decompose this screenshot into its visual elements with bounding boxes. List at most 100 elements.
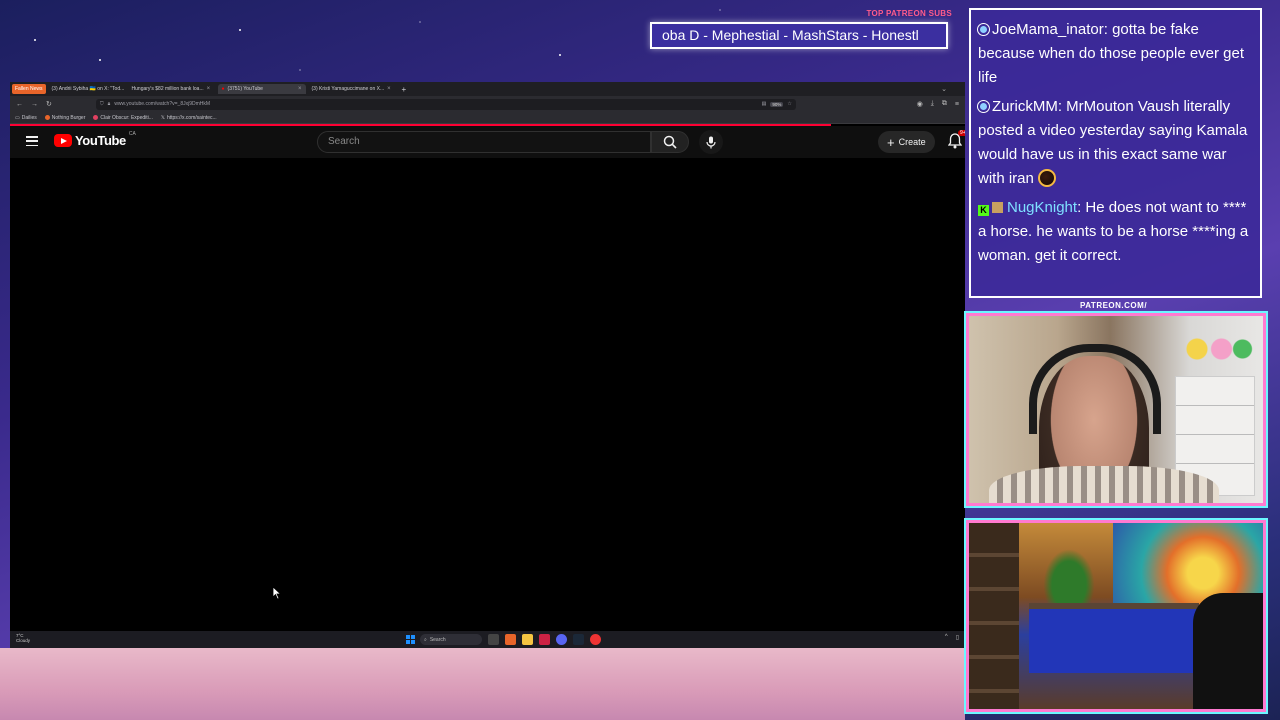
- bookmark-label: Dailies: [21, 114, 37, 121]
- search-input[interactable]: Search: [317, 131, 651, 153]
- weather-desc: Cloudy: [16, 638, 31, 643]
- stream-floor-decoration: [0, 648, 965, 720]
- browser-window: Fallen News (3) Andrii Sybiha 🇺🇦 on X: "…: [10, 82, 965, 648]
- tab-hungary[interactable]: Hungary's $82 million bank loa... ×: [128, 84, 216, 94]
- extension-icon[interactable]: ◉: [917, 100, 923, 108]
- bookmark-label: https://x.com/saintec...: [166, 114, 217, 121]
- downloads-icon[interactable]: ⤓: [931, 100, 934, 108]
- address-bar[interactable]: ⛉ 🔒︎ www.youtube.com/watch?v=_8Jxj9DmHkM…: [95, 98, 796, 110]
- patreon-url: PATREON.COM/: [1080, 301, 1148, 310]
- hamburger-menu-icon[interactable]: [26, 135, 38, 147]
- chat-message: JoeMama_inator: gotta be fake because wh…: [978, 21, 1245, 86]
- microphone-icon: [706, 136, 716, 148]
- youtube-favicon-icon: ●: [221, 86, 225, 92]
- tab-label: (3) Kristi Yamaguccimane on X...: [311, 86, 385, 92]
- burger-icon: [44, 115, 50, 120]
- new-tab-plus-icon[interactable]: +: [398, 85, 411, 94]
- search-button[interactable]: [651, 131, 689, 153]
- obs-icon[interactable]: [590, 634, 601, 645]
- tab-youtube[interactable]: ● (3751) YouTube ×: [217, 84, 306, 94]
- tab-x-sybiha[interactable]: (3) Andrii Sybiha 🇺🇦 on X: "Tod...×: [48, 84, 126, 94]
- tab-list-chevron-icon[interactable]: ⌄: [941, 85, 965, 93]
- reader-view-icon[interactable]: ▤: [762, 101, 767, 107]
- shield-icon: ⛉: [99, 101, 104, 107]
- streamer-webcam: [966, 313, 1266, 506]
- browser-app-icon[interactable]: [505, 634, 516, 645]
- close-icon[interactable]: ×: [207, 86, 211, 92]
- bookmark-nothing-burger[interactable]: Nothing Burger: [44, 114, 86, 121]
- windows-taskbar: 7°C Cloudy ⌕ Search ^ ▯: [10, 631, 965, 648]
- tab-bar: Fallen News (3) Andrii Sybiha 🇺🇦 on X: "…: [10, 82, 965, 96]
- mouse-cursor-icon: [272, 586, 282, 600]
- blue-counter: [1029, 603, 1199, 673]
- windows-start-icon[interactable]: [406, 635, 415, 644]
- weather-widget[interactable]: 7°C Cloudy: [16, 633, 30, 643]
- bookmark-x-link[interactable]: 𝕏https://x.com/saintec...: [161, 115, 217, 121]
- subscriber-badge-icon: [992, 202, 1003, 213]
- chat-message: K NugKnight: He does not want to **** a h…: [978, 199, 1249, 264]
- tab-label: Hungary's $82 million bank loa...: [131, 86, 204, 92]
- country-code: CA: [128, 130, 136, 137]
- tray-device-icon[interactable]: ▯: [956, 634, 959, 641]
- taskbar-search[interactable]: ⌕ Search: [420, 634, 482, 645]
- file-explorer-icon[interactable]: [522, 634, 533, 645]
- url-text: www.youtube.com/watch?v=_8Jxj9DmHkM: [114, 101, 211, 107]
- chat-username: NugKnight: [1007, 199, 1078, 216]
- task-view-icon[interactable]: [488, 634, 499, 645]
- steam-icon[interactable]: [573, 634, 584, 645]
- youtube-logo[interactable]: YouTube CA: [54, 130, 136, 148]
- tab-label: Fallen News: [15, 86, 43, 92]
- tab-label: (3) Andrii Sybiha 🇺🇦 on X: "Tod...: [51, 86, 125, 92]
- person-silhouette: [1193, 593, 1263, 709]
- voice-search-button[interactable]: [699, 130, 723, 154]
- tray-chevron-icon[interactable]: ^: [945, 634, 948, 641]
- chat-message: ZurickMM: MrMouton Vaush literally poste…: [978, 98, 1248, 187]
- menu-icon[interactable]: ≡: [955, 101, 959, 108]
- back-arrow-icon[interactable]: ←: [16, 101, 23, 108]
- nav-bar: ← → ↻ ⛉ 🔒︎ www.youtube.com/watch?v=_8Jxj…: [10, 96, 965, 112]
- create-button[interactable]: + Create: [878, 131, 935, 153]
- zoom-level-badge[interactable]: 90%: [770, 101, 784, 107]
- taskbar-search-label: Search: [429, 636, 446, 643]
- system-tray: ^ ▯: [945, 634, 959, 641]
- bookmark-label: Nothing Burger: [51, 114, 86, 121]
- create-label: Create: [898, 137, 926, 147]
- emote-icon: [1038, 169, 1057, 187]
- bookmark-star-icon[interactable]: ☆: [787, 101, 791, 107]
- viewer-badge-icon: [978, 24, 989, 35]
- plushies-shelf: [1183, 334, 1253, 364]
- viewer-badge-icon: [978, 101, 989, 112]
- search-icon: [663, 135, 677, 149]
- bookmark-dailies[interactable]: ▭ Dailies: [15, 115, 37, 121]
- reload-icon[interactable]: ↻: [46, 100, 52, 108]
- youtube-header: YouTube CA Search + Create 9+: [10, 126, 965, 158]
- video-area[interactable]: [10, 190, 965, 614]
- media-app-icon[interactable]: [539, 634, 550, 645]
- headphones: [1029, 344, 1161, 434]
- bookmarks-bar: ▭ Dailies Nothing Burger Clair Obscur: Ex…: [10, 112, 965, 124]
- tab-pinned-news[interactable]: Fallen News: [12, 84, 46, 94]
- extensions-puzzle-icon[interactable]: ⧉: [942, 100, 947, 108]
- streamer-shirt: [989, 466, 1219, 503]
- plus-icon: +: [887, 134, 895, 150]
- x-logo-icon: 𝕏: [160, 114, 165, 121]
- forward-arrow-icon[interactable]: →: [31, 101, 38, 108]
- stream-chat-panel: JoeMama_inator: gotta be fake because wh…: [969, 8, 1262, 298]
- room-webcam: [966, 520, 1266, 712]
- close-icon[interactable]: ×: [387, 86, 391, 92]
- patreon-subs-marquee: oba D - Mephestial - MashStars - Honestl: [650, 22, 948, 49]
- bookmark-clair-obscur[interactable]: Clair Obscur: Expediti...: [93, 115, 153, 121]
- discord-icon[interactable]: [556, 634, 567, 645]
- tab-label: (3751) YouTube: [227, 86, 263, 92]
- lock-icon: 🔒︎: [107, 101, 111, 107]
- tab-x-kristi[interactable]: (3) Kristi Yamaguccimane on X... ×: [308, 84, 396, 94]
- youtube-wordmark: YouTube: [75, 133, 126, 148]
- kick-badge-icon: K: [978, 205, 989, 216]
- top-patreon-subs-label: TOP PATREON SUBS: [866, 9, 952, 18]
- chat-username: JoeMama_inator: [992, 21, 1104, 38]
- youtube-play-logo-icon: [54, 134, 72, 147]
- game-icon: [93, 115, 99, 120]
- taskbar-apps: [488, 634, 601, 645]
- bookmark-label: Clair Obscur: Expediti...: [100, 114, 153, 121]
- close-icon[interactable]: ×: [298, 86, 302, 92]
